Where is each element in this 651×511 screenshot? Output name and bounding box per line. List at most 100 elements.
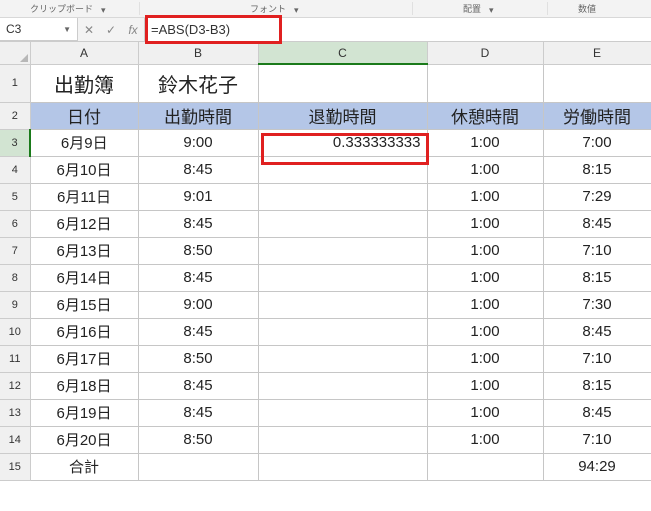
cell[interactable]: 7:00 bbox=[543, 129, 651, 156]
row-header[interactable]: 10 bbox=[0, 318, 30, 345]
cell[interactable]: 9:01 bbox=[138, 183, 258, 210]
cell[interactable] bbox=[258, 237, 427, 264]
cell[interactable]: 合計 bbox=[30, 453, 138, 480]
cell[interactable]: 6月18日 bbox=[30, 372, 138, 399]
cell[interactable]: 8:50 bbox=[138, 426, 258, 453]
cell[interactable]: 6月14日 bbox=[30, 264, 138, 291]
cell[interactable] bbox=[258, 156, 427, 183]
cell[interactable]: 6月10日 bbox=[30, 156, 138, 183]
cell[interactable]: 1:00 bbox=[427, 210, 543, 237]
cell[interactable]: 1:00 bbox=[427, 345, 543, 372]
cell[interactable]: 1:00 bbox=[427, 372, 543, 399]
cell[interactable]: 8:15 bbox=[543, 264, 651, 291]
cell[interactable]: 9:00 bbox=[138, 129, 258, 156]
cell[interactable] bbox=[138, 453, 258, 480]
cell[interactable]: 1:00 bbox=[427, 156, 543, 183]
cancel-button[interactable]: ✕ bbox=[78, 18, 100, 41]
row-header[interactable]: 3 bbox=[0, 129, 30, 156]
select-all-corner[interactable] bbox=[0, 42, 30, 64]
cell[interactable]: 6月16日 bbox=[30, 318, 138, 345]
cell[interactable]: 7:29 bbox=[543, 183, 651, 210]
cell[interactable] bbox=[258, 210, 427, 237]
row-header[interactable]: 9 bbox=[0, 291, 30, 318]
cell[interactable]: 8:15 bbox=[543, 156, 651, 183]
cell[interactable]: 8:45 bbox=[138, 399, 258, 426]
worksheet[interactable]: A B C D E 1 出勤簿 鈴木花子 2 日付 出勤時間 退勤時間 休憩時間 bbox=[0, 42, 651, 481]
col-header-b[interactable]: B bbox=[138, 42, 258, 64]
cell[interactable]: 8:45 bbox=[138, 318, 258, 345]
cell[interactable]: 7:30 bbox=[543, 291, 651, 318]
cell[interactable]: 8:45 bbox=[543, 318, 651, 345]
row-header[interactable]: 11 bbox=[0, 345, 30, 372]
cell[interactable] bbox=[258, 291, 427, 318]
cell[interactable]: 8:45 bbox=[543, 399, 651, 426]
cell[interactable]: 8:45 bbox=[138, 156, 258, 183]
row-header[interactable]: 15 bbox=[0, 453, 30, 480]
cell[interactable] bbox=[258, 426, 427, 453]
cell[interactable] bbox=[258, 183, 427, 210]
cell[interactable]: 8:50 bbox=[138, 237, 258, 264]
cell[interactable] bbox=[258, 64, 427, 102]
cell[interactable]: 1:00 bbox=[427, 237, 543, 264]
cell[interactable]: 1:00 bbox=[427, 318, 543, 345]
name-box[interactable]: C3 ▼ bbox=[0, 18, 78, 41]
row-header[interactable]: 6 bbox=[0, 210, 30, 237]
cell[interactable]: 8:15 bbox=[543, 372, 651, 399]
cell[interactable]: 6月11日 bbox=[30, 183, 138, 210]
row-header[interactable]: 7 bbox=[0, 237, 30, 264]
row-header[interactable]: 14 bbox=[0, 426, 30, 453]
row-header[interactable]: 12 bbox=[0, 372, 30, 399]
chevron-down-icon[interactable]: ▾ bbox=[294, 5, 302, 13]
cell[interactable] bbox=[427, 453, 543, 480]
cell[interactable]: 6月17日 bbox=[30, 345, 138, 372]
cell[interactable]: 日付 bbox=[30, 102, 138, 129]
cell[interactable]: 6月19日 bbox=[30, 399, 138, 426]
cell[interactable] bbox=[258, 318, 427, 345]
cell[interactable]: 6月9日 bbox=[30, 129, 138, 156]
cell[interactable]: 8:50 bbox=[138, 345, 258, 372]
cell[interactable] bbox=[427, 64, 543, 102]
cell[interactable]: 6月15日 bbox=[30, 291, 138, 318]
cell[interactable]: 7:10 bbox=[543, 426, 651, 453]
cell[interactable]: 労働時間 bbox=[543, 102, 651, 129]
row-header[interactable]: 8 bbox=[0, 264, 30, 291]
row-header[interactable]: 4 bbox=[0, 156, 30, 183]
cell[interactable] bbox=[258, 399, 427, 426]
cell[interactable]: 休憩時間 bbox=[427, 102, 543, 129]
col-header-a[interactable]: A bbox=[30, 42, 138, 64]
col-header-c[interactable]: C bbox=[258, 42, 427, 64]
cell[interactable]: 1:00 bbox=[427, 426, 543, 453]
cell[interactable]: 8:45 bbox=[543, 210, 651, 237]
cell[interactable]: 退勤時間 bbox=[258, 102, 427, 129]
cell[interactable]: 8:45 bbox=[138, 372, 258, 399]
cell[interactable]: 6月13日 bbox=[30, 237, 138, 264]
cell[interactable]: 8:45 bbox=[138, 264, 258, 291]
enter-button[interactable]: ✓ bbox=[100, 18, 122, 41]
cell[interactable] bbox=[258, 345, 427, 372]
row-header[interactable]: 5 bbox=[0, 183, 30, 210]
cell[interactable]: 9:00 bbox=[138, 291, 258, 318]
cell[interactable]: 出勤簿 bbox=[30, 64, 138, 102]
cell[interactable]: 1:00 bbox=[427, 291, 543, 318]
cell[interactable]: 1:00 bbox=[427, 264, 543, 291]
cell[interactable]: 8:45 bbox=[138, 210, 258, 237]
cell[interactable]: 6月12日 bbox=[30, 210, 138, 237]
cell[interactable]: 7:10 bbox=[543, 237, 651, 264]
cell[interactable] bbox=[258, 264, 427, 291]
row-header[interactable]: 13 bbox=[0, 399, 30, 426]
chevron-down-icon[interactable]: ▼ bbox=[63, 25, 71, 34]
chevron-down-icon[interactable]: ▾ bbox=[101, 5, 109, 13]
cell[interactable]: 1:00 bbox=[427, 129, 543, 156]
col-header-e[interactable]: E bbox=[543, 42, 651, 64]
cell[interactable]: 94:29 bbox=[543, 453, 651, 480]
cell[interactable]: 1:00 bbox=[427, 399, 543, 426]
cell[interactable] bbox=[258, 372, 427, 399]
cell[interactable]: 鈴木花子 bbox=[138, 64, 258, 102]
cell[interactable]: 7:10 bbox=[543, 345, 651, 372]
formula-input[interactable]: =ABS(D3-B3) bbox=[145, 18, 651, 41]
cell[interactable]: 1:00 bbox=[427, 183, 543, 210]
cell[interactable]: 6月20日 bbox=[30, 426, 138, 453]
chevron-down-icon[interactable]: ▾ bbox=[489, 5, 497, 13]
col-header-d[interactable]: D bbox=[427, 42, 543, 64]
cell[interactable]: 出勤時間 bbox=[138, 102, 258, 129]
